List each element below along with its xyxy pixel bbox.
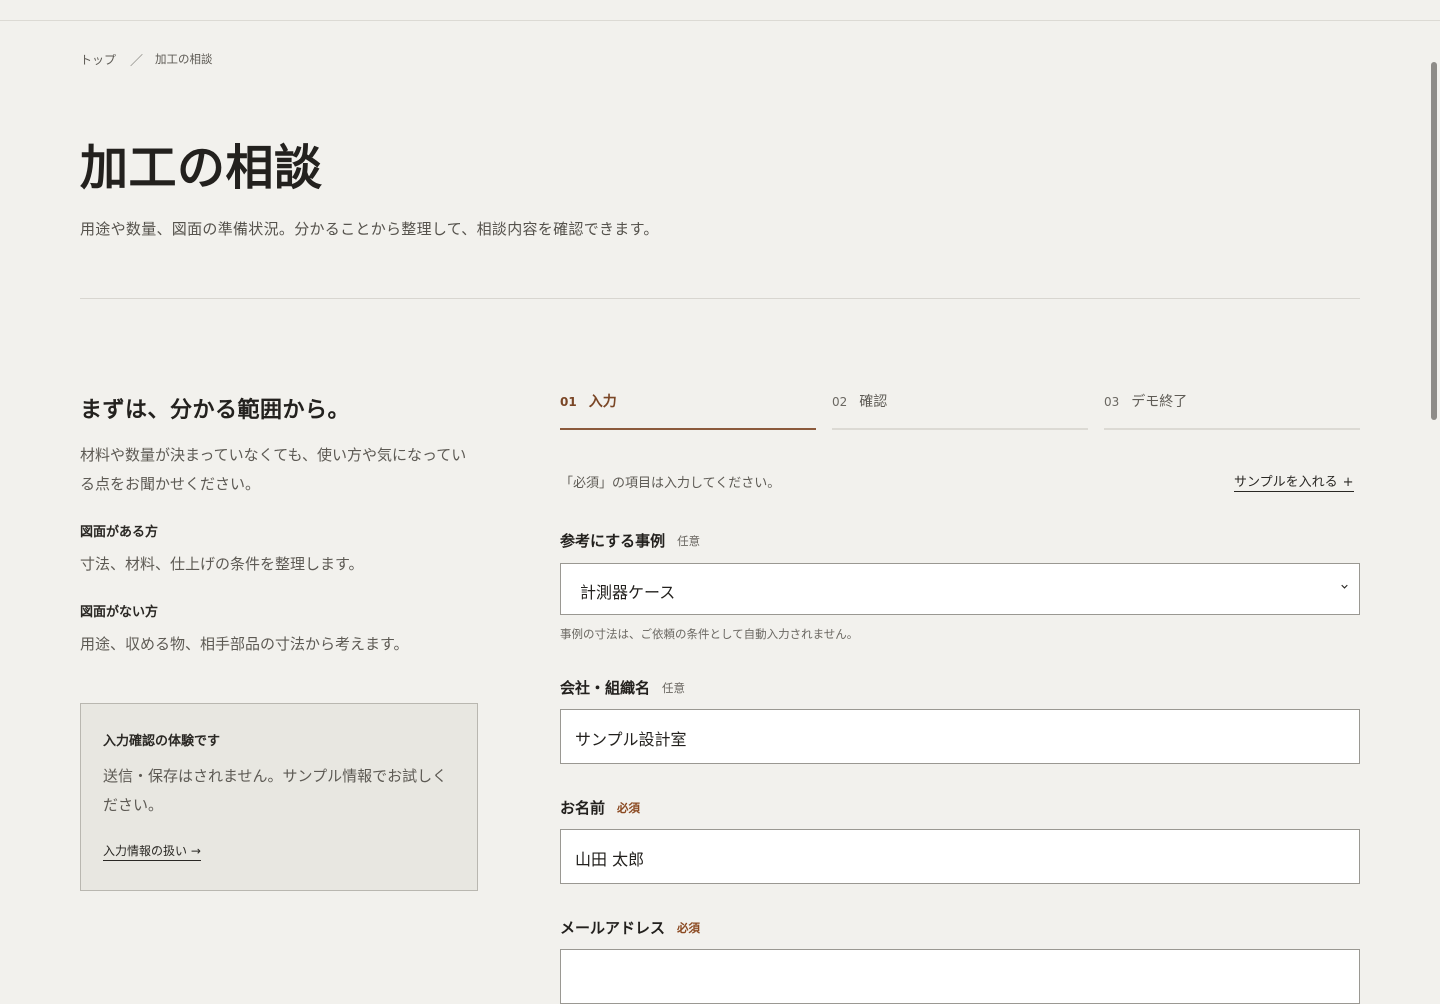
with-drawing-title: 図面がある方 — [80, 525, 159, 540]
side-guide: まずは、分かる範囲から。 材料や数量が決まっていなくても、使い方や気になっている… — [80, 392, 480, 654]
step-bar — [1104, 428, 1360, 430]
step-input: 01 入力 — [560, 388, 816, 430]
name-input-value: 山田 太郎 — [575, 850, 645, 869]
chevron-down-icon — [1341, 584, 1348, 589]
breadcrumb-separator: ／ — [130, 54, 144, 69]
reference-label: 参考にする事例 任意 — [560, 530, 700, 551]
step-confirm: 02 確認 — [832, 388, 1088, 430]
scrollbar[interactable] — [1428, 22, 1440, 960]
reference-select-value: 計測器ケース — [580, 583, 676, 602]
page-title: 加工の相談 — [80, 140, 323, 196]
email-label-text: メールアドレス — [560, 919, 666, 937]
required-tag: 必須 — [677, 920, 701, 935]
reference-label-text: 参考にする事例 — [560, 532, 666, 550]
step-bar — [832, 428, 1088, 430]
breadcrumb-current: 加工の相談 — [155, 51, 213, 66]
breadcrumb: トップ ／ 加工の相談 — [80, 50, 213, 70]
without-drawing-title: 図面がない方 — [80, 605, 159, 620]
step-label: デモ終了 — [1131, 394, 1188, 410]
step-indicator: 01 入力 02 確認 03 デモ終了 — [560, 388, 1360, 430]
company-input-value: サンプル設計室 — [575, 730, 687, 749]
step-number: 03 — [1104, 395, 1120, 409]
page-lead: 用途や数量、図面の準備状況。分かることから整理して、相談内容を確認できます。 — [80, 220, 659, 238]
divider — [80, 298, 1360, 299]
company-input[interactable]: サンプル設計室 — [560, 709, 1360, 764]
step-label: 入力 — [588, 394, 617, 410]
required-note: 「必須」の項目は入力してください。 — [560, 476, 781, 491]
step-number: 01 — [560, 395, 577, 409]
step-number: 02 — [832, 395, 848, 409]
email-label: メールアドレス 必須 — [560, 917, 700, 938]
side-heading: まずは、分かる範囲から。 — [80, 398, 351, 423]
company-label: 会社・組織名 任意 — [560, 677, 685, 698]
name-input[interactable]: 山田 太郎 — [560, 829, 1360, 884]
privacy-link[interactable]: 入力情報の扱い → — [103, 842, 201, 861]
plus-icon: + — [1342, 475, 1354, 490]
fill-sample-button[interactable]: サンプルを入れる + — [1234, 471, 1354, 492]
demo-notice-title: 入力確認の体験です — [103, 734, 221, 749]
company-label-text: 会社・組織名 — [560, 679, 651, 697]
with-drawing-text: 寸法、材料、仕上げの条件を整理します。 — [80, 555, 364, 573]
reference-select[interactable]: 計測器ケース — [560, 563, 1360, 615]
reference-hint: 事例の寸法は、ご依頼の条件として自動入力されません。 — [560, 627, 859, 641]
demo-notice: 入力確認の体験です 送信・保存はされません。サンプル情報でお試しください。 入力… — [80, 703, 478, 891]
step-demo-end: 03 デモ終了 — [1104, 388, 1360, 430]
without-drawing-text: 用途、収める物、相手部品の寸法から考えます。 — [80, 635, 409, 653]
name-label: お名前 必須 — [560, 797, 640, 818]
step-bar — [560, 428, 816, 430]
fill-sample-label: サンプルを入れる — [1234, 475, 1338, 490]
top-bar — [0, 0, 1440, 21]
optional-tag: 任意 — [662, 680, 686, 695]
scrollbar-thumb[interactable] — [1431, 62, 1437, 420]
breadcrumb-home-link[interactable]: トップ — [80, 51, 116, 68]
name-label-text: お名前 — [560, 799, 606, 817]
step-label: 確認 — [859, 394, 888, 410]
side-intro: 材料や数量が決まっていなくても、使い方や気になっている点をお聞かせください。 — [80, 446, 467, 493]
email-input[interactable] — [560, 949, 1360, 1004]
demo-notice-text: 送信・保存はされません。サンプル情報でお試しください。 — [103, 767, 448, 814]
optional-tag: 任意 — [677, 533, 701, 548]
required-tag: 必須 — [617, 800, 641, 815]
